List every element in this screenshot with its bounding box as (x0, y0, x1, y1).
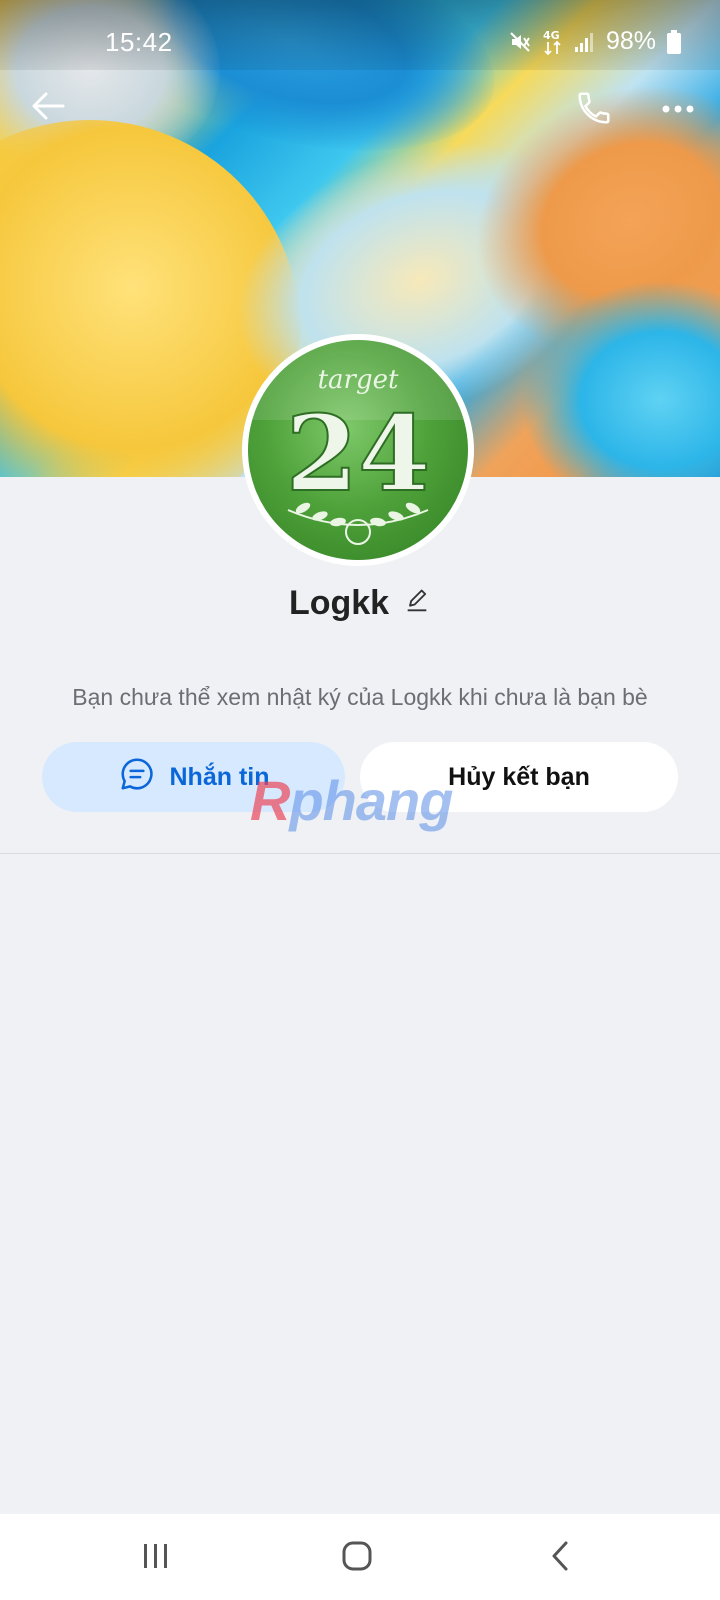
avatar[interactable]: target 24 (242, 334, 474, 566)
status-time: 15:42 (105, 27, 173, 57)
pencil-icon (403, 587, 431, 620)
battery-icon (666, 29, 682, 55)
signal-icon (574, 31, 596, 53)
network-4g-icon: 4G (542, 28, 564, 56)
network-label: 4G (543, 29, 560, 42)
avatar-logo-number: 24 (286, 392, 431, 515)
home-icon (341, 1540, 373, 1577)
battery-percent: 98% (605, 27, 656, 55)
back-arrow-icon (31, 91, 65, 126)
mute-icon (508, 30, 532, 54)
message-button-label: Nhắn tin (169, 762, 270, 791)
chat-bubble-icon (118, 755, 156, 800)
home-button[interactable] (327, 1536, 387, 1580)
system-back-icon (549, 1540, 571, 1577)
recent-apps-button[interactable] (126, 1536, 186, 1580)
avatar-logo-script: target (318, 365, 399, 395)
status-bar: 15:42 4G 98% (0, 0, 720, 70)
unfriend-button[interactable]: Hủy kết bạn (360, 742, 678, 812)
avatar-image: target 24 (248, 340, 468, 560)
more-button[interactable] (656, 94, 700, 124)
phone-icon (575, 89, 613, 132)
profile-name: Logkk (288, 584, 390, 622)
privacy-notice: Bạn chưa thể xem nhật ký của Logkk khi c… (72, 684, 648, 710)
back-button[interactable] (28, 88, 68, 128)
system-nav-bar (0, 1514, 720, 1600)
call-button[interactable] (572, 88, 616, 132)
more-dots-icon (662, 100, 694, 118)
unfriend-button-label: Hủy kết bạn (448, 762, 590, 791)
edit-name-button[interactable] (403, 587, 431, 620)
name-row: Logkk (0, 584, 720, 623)
divider (0, 853, 720, 854)
status-icons: 4G 98% (508, 27, 682, 56)
system-back-button[interactable] (530, 1536, 590, 1580)
recent-apps-icon (141, 1542, 171, 1575)
message-button[interactable]: Nhắn tin (42, 742, 345, 812)
avatar-logo: target 24 (248, 340, 468, 545)
